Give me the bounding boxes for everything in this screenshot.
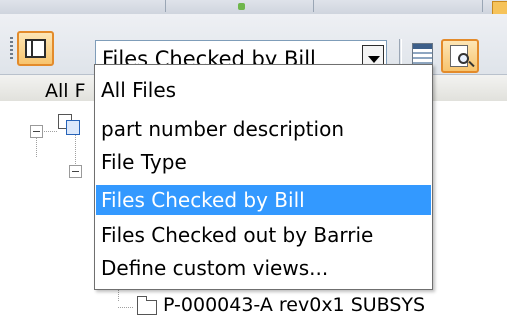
menu-item-part-number-description[interactable]: part number description	[96, 114, 431, 144]
top-toolbar-strip	[0, 0, 507, 15]
tree-connector	[118, 307, 134, 308]
tree-node-label[interactable]: P-000043-A rev0x1 SUBSYS	[163, 294, 425, 316]
panel-toggle-button[interactable]	[17, 31, 54, 66]
collapse-icon[interactable]	[30, 125, 43, 138]
tree-connector	[75, 135, 76, 165]
menu-item-all-files[interactable]: All Files	[96, 75, 431, 105]
menu-item-files-checked-by-bill[interactable]: Files Checked by Bill	[96, 185, 431, 215]
partial-toolbar-icon[interactable]	[238, 3, 245, 10]
tree-connector	[118, 290, 119, 302]
vault-icon	[58, 112, 80, 135]
view-dropdown-menu: All Files part number description File T…	[94, 64, 433, 290]
toolbar-separator	[165, 0, 166, 12]
menu-item-files-checked-out-by-barrie[interactable]: Files Checked out by Barrie	[96, 220, 431, 250]
magnifier-icon	[458, 53, 469, 64]
partial-toolbar-icon[interactable]	[492, 1, 507, 15]
collapse-icon[interactable]	[69, 165, 82, 178]
toolbar-grip[interactable]	[10, 37, 13, 59]
menu-item-define-custom-views[interactable]: Define custom views...	[96, 253, 431, 283]
chevron-down-icon	[368, 56, 380, 63]
toolbar-separator	[482, 0, 483, 12]
tree-connector	[44, 131, 58, 132]
magnifier-handle	[468, 60, 475, 68]
menu-item-file-type[interactable]: File Type	[96, 147, 431, 177]
toolbar-separator	[313, 0, 314, 12]
folder-icon	[137, 296, 157, 315]
panel-layout-icon	[25, 39, 46, 58]
tree-connector	[36, 138, 37, 158]
search-view-button[interactable]	[441, 39, 479, 73]
column-header-label: All F	[45, 80, 86, 102]
